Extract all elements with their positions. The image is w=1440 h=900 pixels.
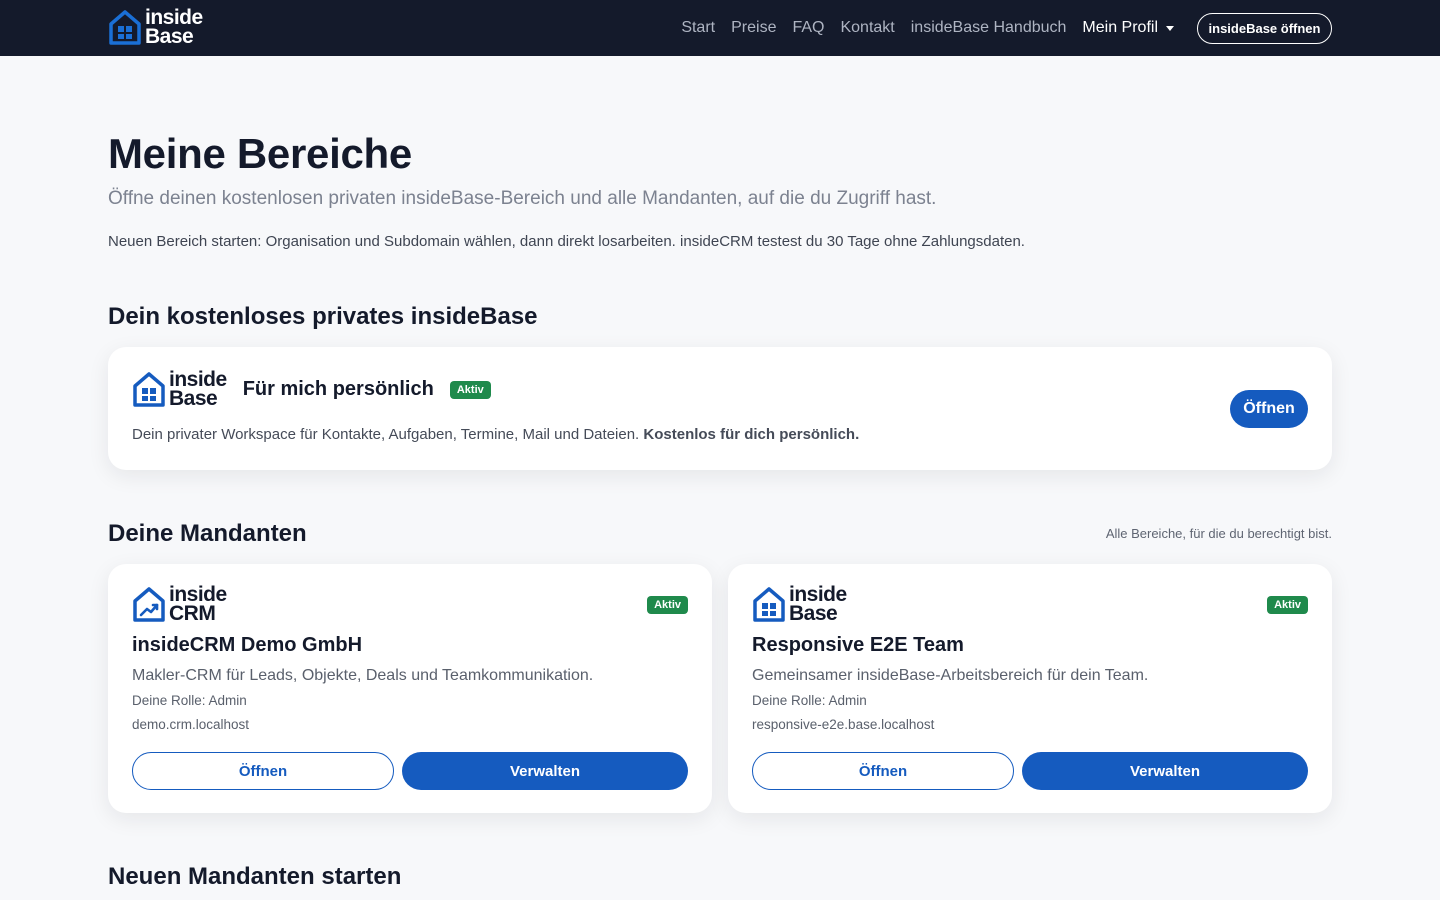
private-section-title: Dein kostenloses privates insideBase [108,303,538,330]
tenant-name: insideCRM Demo GmbH [132,634,363,656]
private-card-logo: inside Base [132,369,227,410]
tenant-logo: inside Base [752,584,847,625]
page-note: Neuen Bereich starten: Organisation und … [108,233,1025,250]
top-navbar: inside Base Start Preise FAQ Kontakt ins… [0,0,1440,56]
tenant-open-button[interactable]: Öffnen [132,752,394,790]
page-title: Meine Bereiche [108,130,412,177]
tenants-section-hint: Alle Bereiche, für die du berechtigt bis… [1105,526,1332,541]
status-badge: Aktiv [647,596,688,614]
main-nav: Start Preise FAQ Kontakt insideBase Hand… [681,0,1174,56]
tenant-wordmark: inside CRM [169,584,227,625]
status-badge: Aktiv [1267,596,1308,614]
brand-logo[interactable]: inside Base [108,7,203,48]
nav-link-faq[interactable]: FAQ [792,19,824,37]
tenant-logo: inside CRM [132,584,227,625]
tenant-domain: responsive-e2e.base.localhost [752,717,935,732]
tenant-description: Makler-CRM für Leads, Objekte, Deals und… [132,667,594,684]
open-insidebase-button[interactable]: insideBase öffnen [1197,13,1332,44]
tenant-wordmark-line2: CRM [169,601,216,625]
tenant-wordmark-line2: Base [789,601,838,625]
status-badge: Aktiv [449,380,491,399]
tenant-description: Gemeinsamer insideBase-Arbeitsbereich fü… [752,667,1149,684]
nav-link-start[interactable]: Start [681,19,715,37]
private-workspace-name: Für mich persönlich [242,378,434,400]
open-private-workspace-button[interactable]: Öffnen [1230,390,1308,428]
tenant-card: inside Base Aktiv Responsive E2E Team Ge… [728,564,1332,813]
caret-down-icon [1166,25,1174,31]
brand-wordmark: inside Base [145,7,203,48]
tenant-manage-button[interactable]: Verwalten [1022,752,1308,790]
private-desc-strong: Kostenlos für dich persönlich. [643,426,860,443]
nav-link-preise[interactable]: Preise [731,19,776,37]
private-desc-text: Dein privater Workspace für Kontakte, Au… [132,426,640,443]
page-subtitle: Öffne deinen kostenlosen privaten inside… [108,188,937,209]
tenant-open-button[interactable]: Öffnen [752,752,1014,790]
base-house-icon [109,10,141,45]
private-workspace-description: Dein privater Workspace für Kontakte, Au… [132,426,859,443]
profile-dropdown[interactable]: Mein Profil [1082,19,1174,37]
new-tenant-section-title: Neuen Mandanten starten [108,863,402,890]
private-card-wordmark-line2: Base [169,386,218,410]
tenant-name: Responsive E2E Team [752,634,964,656]
private-card-wordmark: inside Base [169,369,227,410]
base-house-icon [133,372,165,407]
base-house-icon [753,587,785,622]
tenants-section-title: Deine Mandanten [108,520,307,547]
nav-link-kontakt[interactable]: Kontakt [840,19,894,37]
tenant-wordmark: inside Base [789,584,847,625]
nav-link-handbuch[interactable]: insideBase Handbuch [911,19,1067,37]
tenant-card: inside CRM Aktiv insideCRM Demo GmbH Mak… [108,564,712,813]
profile-label: Mein Profil [1082,19,1158,36]
tenant-role: Deine Rolle: Admin [132,693,247,708]
tenant-role: Deine Rolle: Admin [752,693,867,708]
brand-wordmark-line2: Base [145,24,194,48]
crm-chart-house-icon [133,587,165,622]
tenant-manage-button[interactable]: Verwalten [402,752,688,790]
private-workspace-card: inside Base Für mich persönlich Aktiv De… [108,347,1332,470]
tenant-domain: demo.crm.localhost [132,717,250,732]
private-card-header: inside Base Für mich persönlich Aktiv [132,369,491,410]
